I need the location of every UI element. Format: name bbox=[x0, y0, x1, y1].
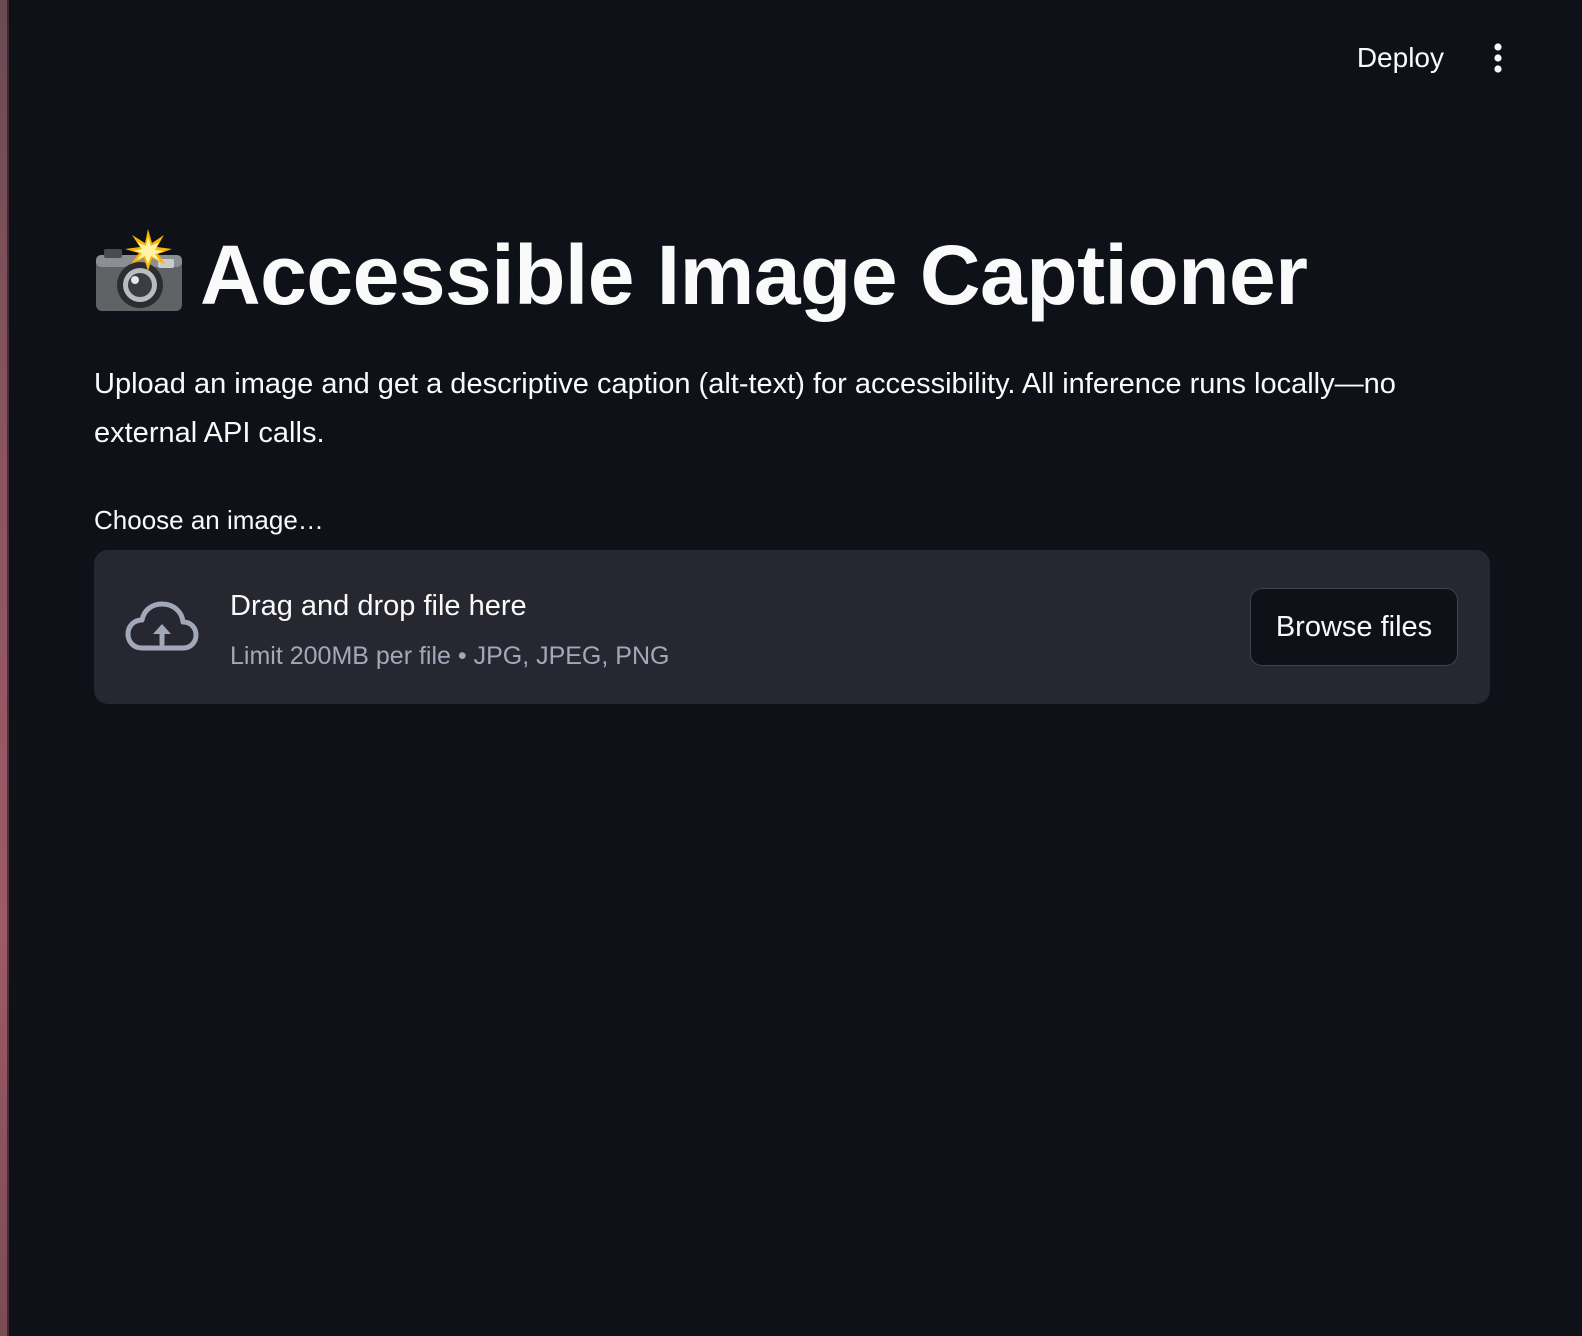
uploader-label: Choose an image… bbox=[94, 505, 324, 535]
title-row: Accessible Image Captioner bbox=[94, 210, 1502, 340]
app-header: Deploy bbox=[9, 0, 1582, 116]
page-title: Accessible Image Captioner bbox=[200, 228, 1308, 322]
page-description: Upload an image and get a descriptive ca… bbox=[94, 368, 1396, 449]
deploy-button[interactable]: Deploy bbox=[1347, 36, 1454, 80]
browse-files-button[interactable]: Browse files bbox=[1250, 588, 1458, 666]
main-content: Accessible Image Captioner Upload an ima… bbox=[94, 210, 1502, 704]
file-dropzone[interactable]: Drag and drop file here Limit 200MB per … bbox=[94, 550, 1490, 704]
dropzone-limit-text: Limit 200MB per file • JPG, JPEG, PNG bbox=[230, 642, 670, 670]
cloud-upload-icon bbox=[125, 601, 199, 651]
camera-with-flash-icon bbox=[96, 229, 182, 311]
vertical-ellipsis-icon bbox=[1494, 43, 1502, 73]
dropzone-title: Drag and drop file here bbox=[230, 590, 527, 622]
main-menu-button[interactable] bbox=[1480, 38, 1516, 78]
window-left-edge bbox=[0, 0, 9, 1336]
